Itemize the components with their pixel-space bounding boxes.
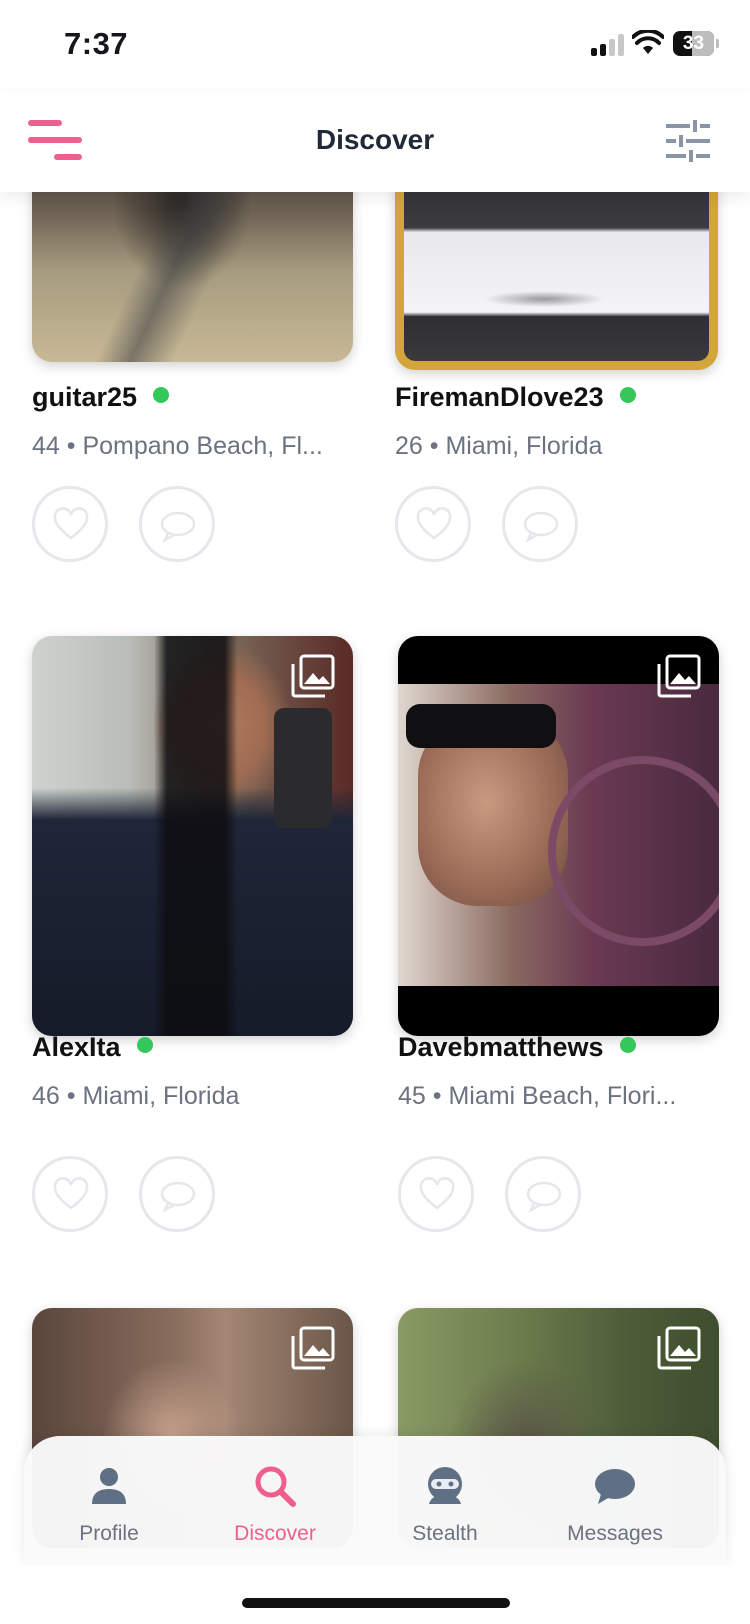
gallery-icon [291, 1326, 335, 1370]
like-button[interactable] [398, 1156, 474, 1232]
battery-icon: 33 [673, 31, 714, 56]
like-button[interactable] [32, 486, 108, 562]
tab-discover[interactable]: Discover [200, 1464, 350, 1546]
person-icon [92, 1468, 126, 1504]
bottom-tab-bar: Profile Discover Stealth Messages [24, 1436, 726, 1566]
message-button[interactable] [502, 486, 578, 562]
chat-bubble-icon [595, 1469, 635, 1504]
profile-meta: 26 • Miami, Florida [395, 432, 603, 460]
chat-bubble-icon [160, 1181, 196, 1213]
chat-bubble-icon [160, 511, 196, 543]
online-indicator [619, 387, 636, 403]
profile-photo[interactable] [32, 636, 353, 1036]
wifi-icon [632, 30, 664, 54]
tab-profile[interactable]: Profile [34, 1464, 184, 1546]
gallery-icon [657, 654, 701, 698]
filter-button[interactable] [664, 118, 712, 164]
heart-icon [419, 1177, 455, 1210]
profile-meta: 44 • Pompano Beach, Fl... [32, 432, 323, 460]
online-indicator [136, 1037, 153, 1053]
profile-photo[interactable] [398, 636, 719, 1036]
like-button[interactable] [395, 486, 471, 562]
online-indicator [153, 387, 170, 403]
username-text: FiremanDlove23 [395, 382, 604, 412]
search-icon [255, 1466, 296, 1507]
app-header: Discover [0, 92, 750, 192]
username[interactable]: AlexIta [32, 1032, 153, 1063]
status-time: 7:37 [64, 26, 129, 61]
heart-icon [416, 507, 452, 540]
profile-grid: guitar25 44 • Pompano Beach, Fl... Firem… [0, 0, 750, 1624]
home-indicator[interactable] [242, 1598, 510, 1608]
username-text: AlexIta [32, 1032, 121, 1062]
message-button[interactable] [505, 1156, 581, 1232]
username-text: guitar25 [32, 382, 138, 412]
chat-bubble-icon [526, 1181, 562, 1213]
gallery-icon [291, 654, 335, 698]
heart-icon [53, 1177, 89, 1210]
profile-meta: 45 • Miami Beach, Flori... [398, 1082, 677, 1110]
cellular-signal-icon [591, 32, 625, 56]
profile-meta: 46 • Miami, Florida [32, 1082, 240, 1110]
tab-label: Discover [234, 1522, 316, 1545]
heart-icon [53, 507, 89, 540]
like-button[interactable] [32, 1156, 108, 1232]
message-button[interactable] [139, 486, 215, 562]
tab-label: Stealth [412, 1522, 478, 1545]
home-indicator-area [0, 1566, 750, 1624]
tab-stealth[interactable]: Stealth [370, 1464, 520, 1546]
sliders-icon [666, 120, 710, 162]
chat-bubble-icon [523, 511, 559, 543]
username-text: Davebmatthews [398, 1032, 604, 1062]
username[interactable]: Davebmatthews [398, 1032, 636, 1063]
status-bar: 7:37 33 [0, 0, 750, 92]
gallery-icon [657, 1326, 701, 1370]
battery-level: 33 [682, 33, 705, 54]
online-indicator [619, 1037, 636, 1053]
tab-label: Messages [567, 1522, 663, 1545]
ninja-icon [428, 1467, 462, 1504]
tab-messages[interactable]: Messages [540, 1464, 690, 1546]
username[interactable]: guitar25 [32, 382, 170, 413]
message-button[interactable] [139, 1156, 215, 1232]
tab-label: Profile [79, 1522, 139, 1545]
page-title: Discover [315, 124, 435, 155]
username[interactable]: FiremanDlove23 [395, 382, 636, 413]
